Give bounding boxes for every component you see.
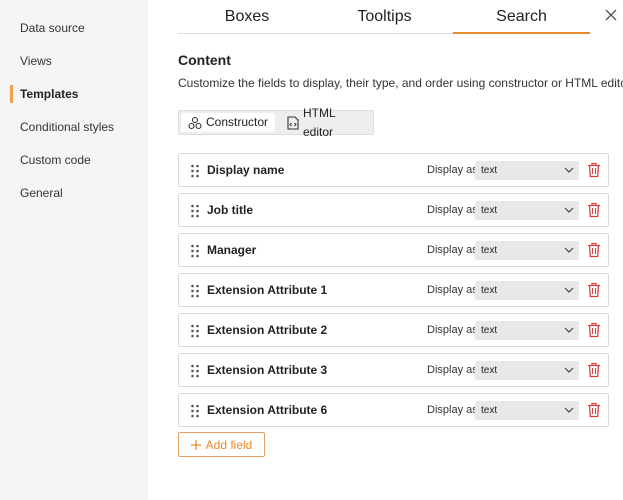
trash-icon[interactable] (587, 162, 601, 178)
display-as-label: Display as (427, 324, 478, 336)
sidebar-item-templates[interactable]: Templates (10, 83, 148, 105)
field-row: Manager Display as text (178, 233, 609, 267)
display-as-select[interactable]: text (475, 281, 579, 300)
chevron-down-icon (564, 327, 574, 333)
display-as-label: Display as (427, 404, 478, 416)
drag-handle-icon[interactable] (189, 163, 201, 179)
drag-handle-icon[interactable] (189, 243, 201, 259)
display-as-label: Display as (427, 204, 478, 216)
template-tabs: Boxes Tooltips Search (178, 0, 590, 34)
display-as-select[interactable]: text (475, 241, 579, 260)
close-icon[interactable] (604, 8, 623, 30)
chevron-down-icon (564, 367, 574, 373)
sidebar-item-views[interactable]: Views (10, 50, 148, 72)
constructor-button[interactable]: Constructor (181, 113, 276, 132)
display-as-label: Display as (427, 284, 478, 296)
field-name: Extension Attribute 3 (207, 363, 328, 377)
field-name: Extension Attribute 1 (207, 283, 328, 297)
display-as-label: Display as (427, 164, 478, 176)
field-name: Extension Attribute 2 (207, 323, 328, 337)
add-field-label: Add field (205, 437, 253, 452)
drag-handle-icon[interactable] (189, 203, 201, 219)
chevron-down-icon (564, 407, 574, 413)
sidebar-item-data-source[interactable]: Data source (10, 17, 148, 39)
drag-handle-icon[interactable] (189, 363, 201, 379)
sidebar-item-general[interactable]: General (10, 182, 148, 204)
field-row: Extension Attribute 6 Display as text (178, 393, 609, 427)
display-as-value: text (481, 405, 498, 416)
display-as-value: text (481, 285, 498, 296)
trash-icon[interactable] (587, 402, 601, 418)
add-field-button[interactable]: Add field (178, 432, 265, 457)
field-row: Extension Attribute 3 Display as text (178, 353, 609, 387)
trash-icon[interactable] (587, 362, 601, 378)
display-as-select[interactable]: text (475, 401, 579, 420)
drag-handle-icon[interactable] (189, 283, 201, 299)
content-description: Customize the fields to display, their t… (178, 76, 623, 90)
chevron-down-icon (564, 247, 574, 253)
display-as-value: text (481, 325, 498, 336)
field-name: Extension Attribute 6 (207, 403, 328, 417)
drag-handle-icon[interactable] (189, 323, 201, 339)
field-row: Extension Attribute 1 Display as text (178, 273, 609, 307)
display-as-value: text (481, 205, 498, 216)
trash-icon[interactable] (587, 202, 601, 218)
trash-icon[interactable] (587, 282, 601, 298)
field-row: Job title Display as text (178, 193, 609, 227)
drag-handle-icon[interactable] (189, 403, 201, 419)
field-row: Display name Display as text (178, 153, 609, 187)
display-as-label: Display as (427, 364, 478, 376)
editor-mode-switch: Constructor HTML editor (178, 106, 374, 139)
field-name: Display name (207, 163, 285, 177)
html-editor-button[interactable]: HTML editor (280, 106, 373, 139)
display-as-value: text (481, 245, 498, 256)
display-as-select[interactable]: text (475, 161, 579, 180)
display-as-value: text (481, 365, 498, 376)
html-file-icon (287, 115, 299, 130)
settings-sidebar: Data source Views Templates Conditional … (0, 0, 148, 500)
tab-search[interactable]: Search (453, 0, 590, 34)
chevron-down-icon (564, 207, 574, 213)
tab-boxes[interactable]: Boxes (178, 0, 316, 34)
display-as-label: Display as (427, 244, 478, 256)
sidebar-item-conditional-styles[interactable]: Conditional styles (10, 116, 148, 138)
display-as-select[interactable]: text (475, 361, 579, 380)
trash-icon[interactable] (587, 322, 601, 338)
tab-tooltips[interactable]: Tooltips (316, 0, 453, 34)
trash-icon[interactable] (587, 242, 601, 258)
display-as-value: text (481, 165, 498, 176)
display-as-select[interactable]: text (475, 321, 579, 340)
sidebar-item-custom-code[interactable]: Custom code (10, 149, 148, 171)
chevron-down-icon (564, 287, 574, 293)
field-name: Job title (207, 203, 254, 217)
content-title: Content (178, 52, 231, 68)
field-row: Extension Attribute 2 Display as text (178, 313, 609, 347)
display-as-select[interactable]: text (475, 201, 579, 220)
chevron-down-icon (564, 167, 574, 173)
field-name: Manager (207, 243, 257, 257)
plus-icon (190, 439, 201, 450)
html-editor-label: HTML editor (303, 105, 336, 139)
constructor-label: Constructor (206, 115, 269, 129)
constructor-icon (188, 116, 202, 129)
